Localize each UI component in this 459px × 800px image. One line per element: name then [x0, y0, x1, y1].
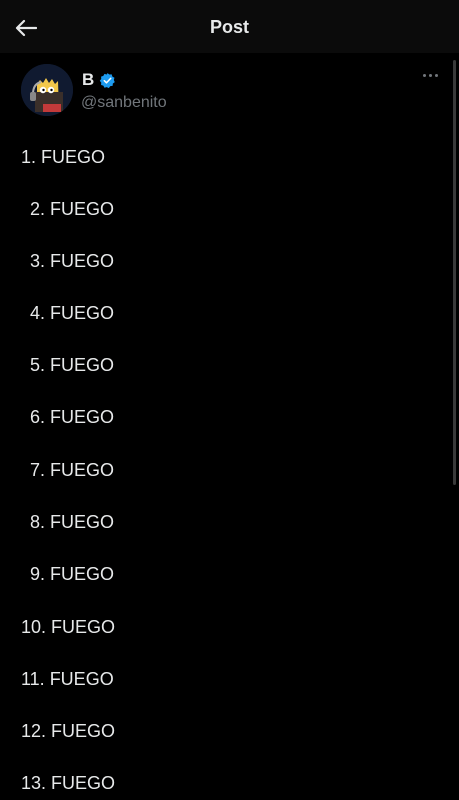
post-body: 1. FUEGO 2. FUEGO 3. FUEGO 4. FUEGO 5. F… — [0, 0, 459, 800]
scrollbar[interactable] — [453, 60, 456, 485]
post-line: 4. FUEGO — [30, 303, 115, 323]
post-line: 9. FUEGO — [30, 564, 115, 584]
post-line: 13. FUEGO — [21, 773, 116, 793]
post-line: 2. FUEGO — [30, 199, 115, 219]
post-line: 7. FUEGO — [30, 460, 115, 480]
post-line: 11. FUEGO — [21, 669, 114, 689]
post-line: 3. FUEGO — [30, 251, 115, 271]
post-line: 8. FUEGO — [30, 512, 115, 532]
post-line: 12. FUEGO — [21, 721, 116, 741]
post-line: 5. FUEGO — [30, 355, 115, 375]
post-line: 1. FUEGO — [21, 147, 106, 167]
post-line: 6. FUEGO — [30, 407, 115, 427]
post-line: 10. FUEGO — [21, 617, 116, 637]
